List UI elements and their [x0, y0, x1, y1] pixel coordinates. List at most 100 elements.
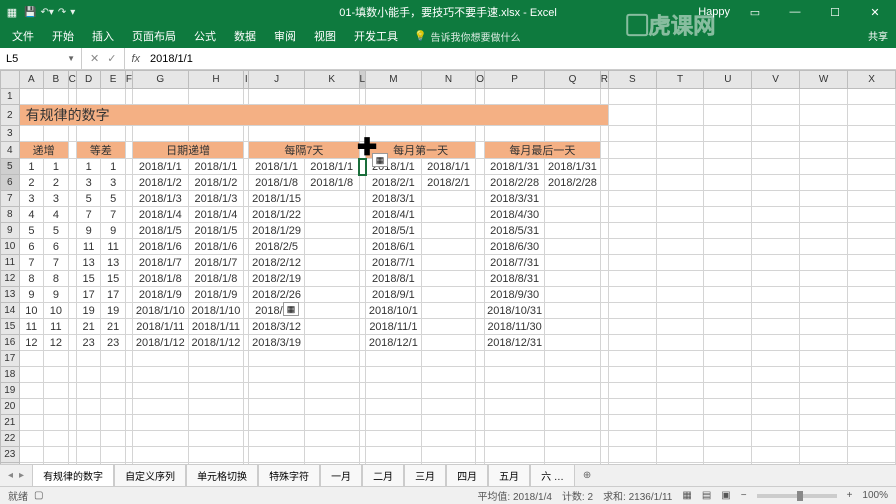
cell-D17[interactable]	[76, 351, 101, 367]
row-header-23[interactable]: 23	[1, 447, 20, 463]
cell-W13[interactable]	[799, 287, 847, 303]
cell-W20[interactable]	[799, 399, 847, 415]
cell-P7[interactable]: 2018/3/31	[485, 191, 545, 207]
cell-V16[interactable]	[752, 335, 800, 351]
cell-M16[interactable]: 2018/12/1	[366, 335, 422, 351]
cell-F3[interactable]	[125, 126, 132, 142]
cell-W15[interactable]	[799, 319, 847, 335]
cell-C11[interactable]	[68, 255, 76, 271]
cell-B14[interactable]: 10	[44, 303, 69, 319]
view-pagebreak-icon[interactable]: ▣	[721, 490, 730, 501]
cell-E21[interactable]	[101, 415, 126, 431]
cell-K13[interactable]	[304, 287, 359, 303]
cell-U4[interactable]	[704, 142, 752, 159]
cell-H20[interactable]	[188, 399, 244, 415]
cell-T19[interactable]	[656, 383, 704, 399]
cell-J1[interactable]	[249, 89, 305, 105]
cell-D12[interactable]: 15	[76, 271, 101, 287]
cell-O15[interactable]	[476, 319, 485, 335]
cell-Q12[interactable]	[545, 271, 601, 287]
cell-P3[interactable]	[485, 126, 545, 142]
tab-view[interactable]: 视图	[312, 24, 338, 48]
cell-M23[interactable]	[366, 447, 422, 463]
cell-V4[interactable]	[752, 142, 800, 159]
row-header-3[interactable]: 3	[1, 126, 20, 142]
cell-E20[interactable]	[101, 399, 126, 415]
cell-D5[interactable]: 1	[76, 159, 101, 175]
cell-G19[interactable]	[132, 383, 188, 399]
cell-R1[interactable]	[600, 89, 608, 105]
cell-T9[interactable]	[656, 223, 704, 239]
cell-M1[interactable]	[366, 89, 422, 105]
cell-A23[interactable]	[19, 447, 44, 463]
row-header-9[interactable]: 9	[1, 223, 20, 239]
cell-N12[interactable]	[421, 271, 476, 287]
view-layout-icon[interactable]: ▤	[702, 490, 711, 501]
cell-F18[interactable]	[125, 367, 132, 383]
cell-X4[interactable]	[848, 142, 896, 159]
row-header-18[interactable]: 18	[1, 367, 20, 383]
cell-A2[interactable]: 有规律的数字	[19, 105, 608, 126]
cell-U13[interactable]	[704, 287, 752, 303]
cell-F9[interactable]	[125, 223, 132, 239]
cell-U7[interactable]	[704, 191, 752, 207]
cell-V12[interactable]	[752, 271, 800, 287]
col-header-W[interactable]: W	[799, 71, 847, 89]
cell-C16[interactable]	[68, 335, 76, 351]
cell-P20[interactable]	[485, 399, 545, 415]
cell-R23[interactable]	[600, 447, 608, 463]
cell-E1[interactable]	[101, 89, 126, 105]
cell-O1[interactable]	[476, 89, 485, 105]
row-header-21[interactable]: 21	[1, 415, 20, 431]
cell-B11[interactable]: 7	[44, 255, 69, 271]
cell-V18[interactable]	[752, 367, 800, 383]
cell-P6[interactable]: 2018/2/28	[485, 175, 545, 191]
cell-P11[interactable]: 2018/7/31	[485, 255, 545, 271]
cell-B19[interactable]	[44, 383, 69, 399]
cell-H19[interactable]	[188, 383, 244, 399]
cell-J21[interactable]	[249, 415, 305, 431]
fx-icon[interactable]: fx	[125, 53, 146, 65]
cell-A22[interactable]	[19, 431, 44, 447]
cell-X9[interactable]	[848, 223, 896, 239]
cell-H17[interactable]	[188, 351, 244, 367]
cell-O10[interactable]	[476, 239, 485, 255]
cell-B6[interactable]: 2	[44, 175, 69, 191]
cell-W5[interactable]	[799, 159, 847, 175]
cell-H12[interactable]: 2018/1/8	[188, 271, 244, 287]
cell-M12[interactable]: 2018/8/1	[366, 271, 422, 287]
cell-K20[interactable]	[304, 399, 359, 415]
cell-H22[interactable]	[188, 431, 244, 447]
cell-E5[interactable]: 1	[101, 159, 126, 175]
cell-K12[interactable]	[304, 271, 359, 287]
cell-T5[interactable]	[656, 159, 704, 175]
cell-H14[interactable]: 2018/1/10	[188, 303, 244, 319]
cell-D7[interactable]: 5	[76, 191, 101, 207]
row-header-6[interactable]: 6	[1, 175, 20, 191]
cell-T18[interactable]	[656, 367, 704, 383]
cell-N10[interactable]	[421, 239, 476, 255]
cell-P13[interactable]: 2018/9/30	[485, 287, 545, 303]
cell-E18[interactable]	[101, 367, 126, 383]
col-header-H[interactable]: H	[188, 71, 244, 89]
cell-A20[interactable]	[19, 399, 44, 415]
col-header-M[interactable]: M	[366, 71, 422, 89]
cell-E11[interactable]: 13	[101, 255, 126, 271]
cell-K15[interactable]	[304, 319, 359, 335]
sheet-tab[interactable]: 四月	[446, 464, 488, 487]
cell-K19[interactable]	[304, 383, 359, 399]
col-header-O[interactable]: O	[476, 71, 485, 89]
cell-P1[interactable]	[485, 89, 545, 105]
cell-R4[interactable]	[600, 142, 608, 159]
cell-E15[interactable]: 21	[101, 319, 126, 335]
cell-U23[interactable]	[704, 447, 752, 463]
enter-formula-icon[interactable]: ✓	[107, 52, 116, 65]
cell-X1[interactable]	[848, 89, 896, 105]
cell-C8[interactable]	[68, 207, 76, 223]
cell-J12[interactable]: 2018/2/19	[249, 271, 305, 287]
cell-Q6[interactable]: 2018/2/28	[545, 175, 601, 191]
cell-G10[interactable]: 2018/1/6	[132, 239, 188, 255]
cell-J10[interactable]: 2018/2/5	[249, 239, 305, 255]
cell-E13[interactable]: 17	[101, 287, 126, 303]
cell-A8[interactable]: 4	[19, 207, 44, 223]
